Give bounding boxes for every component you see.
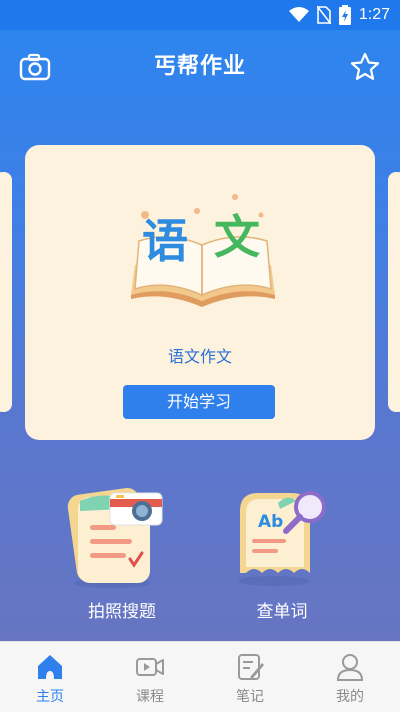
- note-icon: [238, 654, 264, 680]
- wifi-icon: [288, 7, 309, 22]
- no-sim-icon: [316, 6, 331, 24]
- photo-search-icon: [67, 487, 163, 588]
- status-time: 1:27: [358, 6, 390, 23]
- photo-search-feature[interactable]: 拍照搜题: [62, 485, 182, 625]
- nav-item-course[interactable]: 课程: [100, 642, 200, 712]
- subject-card[interactable]: 语 文 语文作文 开始学习: [25, 145, 375, 440]
- dictionary-icon: Ab: [238, 491, 326, 586]
- nav-label-profile: 我的: [336, 689, 364, 705]
- app-header: 丐帮作业: [0, 30, 400, 102]
- word-lookup-feature[interactable]: Ab 查单词: [222, 485, 342, 625]
- star-icon: [350, 52, 380, 80]
- favorite-button[interactable]: [348, 50, 382, 84]
- nav-label-home: 主页: [36, 689, 64, 705]
- dictionary-illustration-text: Ab: [258, 512, 283, 532]
- nav-label-course: 课程: [136, 689, 164, 705]
- start-study-button[interactable]: 开始学习: [123, 385, 275, 419]
- photo-search-label: 拍照搜题: [88, 602, 156, 622]
- nav-item-notes[interactable]: 笔记: [200, 642, 300, 712]
- status-bar: 1:27: [0, 0, 400, 30]
- illustration-char-2: 文: [214, 210, 260, 264]
- page-title: 丐帮作业: [153, 54, 246, 79]
- status-icons: 1:27: [288, 5, 390, 25]
- video-icon: [136, 658, 164, 676]
- bottom-navigation: 主页 课程 笔记 我的: [0, 641, 400, 712]
- home-icon: [38, 655, 62, 679]
- nav-item-profile[interactable]: 我的: [300, 642, 400, 712]
- illustration-char-1: 语: [142, 214, 188, 268]
- carousel-next-card[interactable]: [388, 172, 400, 412]
- nav-item-home[interactable]: 主页: [0, 642, 100, 712]
- carousel-prev-card[interactable]: [0, 172, 12, 412]
- subject-label: 语文作文: [167, 347, 232, 366]
- battery-charging-icon: [338, 5, 351, 25]
- nav-label-notes: 笔记: [236, 689, 264, 705]
- book-illustration: 语 文: [131, 194, 275, 307]
- user-icon: [336, 654, 364, 681]
- word-lookup-label: 查单词: [256, 602, 308, 622]
